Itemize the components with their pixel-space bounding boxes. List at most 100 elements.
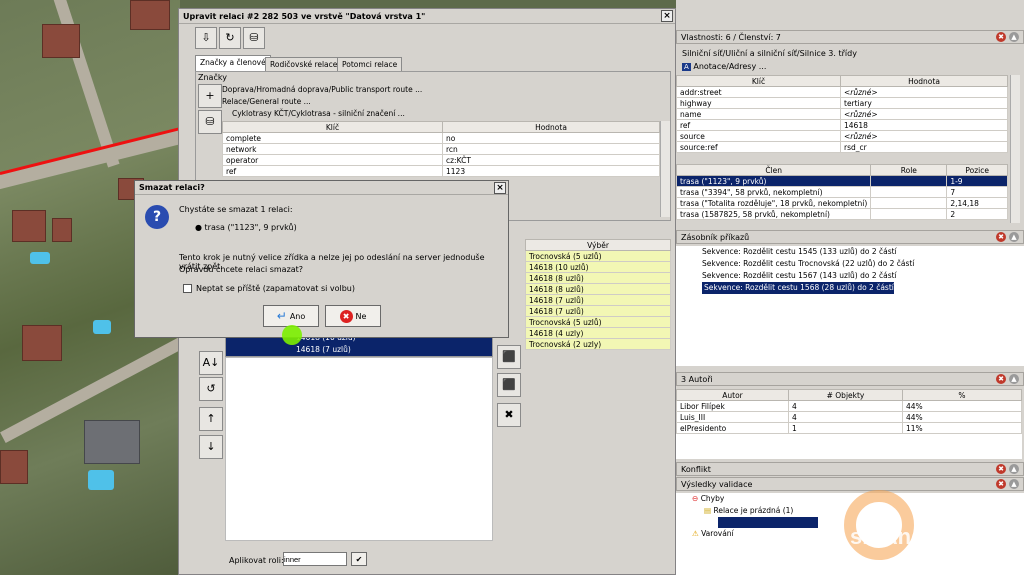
- checkbox-box[interactable]: [183, 284, 192, 293]
- close-panel-icon[interactable]: ✖: [996, 464, 1006, 474]
- table-row[interactable]: source <různé>: [676, 130, 1008, 142]
- add-selected-icon[interactable]: ⬛: [497, 345, 521, 369]
- column-header-member[interactable]: Člen: [675, 164, 872, 176]
- tab-tags-members[interactable]: Značky a členové: [195, 55, 271, 71]
- table-row[interactable]: network rcn: [222, 143, 660, 155]
- no-button[interactable]: ✖ Ne: [325, 305, 381, 327]
- conflict-panel-header[interactable]: Konflikt ✖ ▲: [676, 462, 1024, 476]
- list-item[interactable]: Sekvence: Rozdělit cestu 1567 (143 uzlů)…: [676, 270, 1024, 282]
- column-header-objects[interactable]: # Objekty: [788, 389, 903, 401]
- apply-role-button[interactable]: ✔: [351, 552, 367, 566]
- move-down-button[interactable]: ↓: [199, 435, 223, 459]
- dialog-titlebar[interactable]: Smazat relaci? ×: [135, 181, 508, 195]
- column-header-value[interactable]: Hodnota: [840, 75, 1008, 87]
- tab-child-relations[interactable]: Potomci relace: [337, 57, 403, 71]
- table-row[interactable]: highway tertiary: [676, 97, 1008, 109]
- properties-preset-2[interactable]: A Anotace/Adresy ...: [682, 62, 766, 71]
- table-row[interactable]: ref 14618: [676, 119, 1008, 131]
- close-panel-icon[interactable]: ✖: [996, 232, 1006, 242]
- add-tag-button[interactable]: +: [198, 84, 222, 108]
- database-icon[interactable]: ⛁: [243, 27, 265, 49]
- authors-panel-header[interactable]: 3 Autoři ✖ ▲: [676, 372, 1024, 386]
- reverse-icon[interactable]: ↺: [199, 377, 223, 401]
- selection-row[interactable]: 14618 (10 uzlů): [525, 261, 671, 273]
- properties-table: Klíč Hodnota addr:street <různé> highway te…: [676, 75, 1008, 153]
- column-header-author[interactable]: Autor: [676, 389, 789, 401]
- member-row[interactable]: 14618 (7 uzlů): [226, 344, 492, 356]
- error-icon: ⊖: [692, 494, 699, 503]
- arrow-left-icon: ↵: [276, 309, 287, 323]
- collapse-panel-icon[interactable]: ▲: [1009, 32, 1019, 42]
- sort-button[interactable]: A↓: [199, 351, 223, 375]
- relation-editor-title: Upravit relaci #2 282 503 ve vrstvě "Dat…: [183, 11, 426, 21]
- selection-row[interactable]: 14618 (7 uzlů): [525, 294, 671, 306]
- selection-row[interactable]: Trocnovská (5 uzlů): [525, 316, 671, 328]
- table-row[interactable]: complete no: [222, 132, 660, 144]
- role-input[interactable]: [283, 552, 347, 566]
- tab-parent-relations[interactable]: Rodičovské relace: [265, 57, 343, 71]
- tags-scrollbar[interactable]: [660, 121, 670, 217]
- close-panel-icon[interactable]: ✖: [996, 479, 1006, 489]
- preset-link[interactable]: Doprava/Hromadná doprava/Public transpor…: [222, 84, 662, 96]
- close-panel-icon[interactable]: ✖: [996, 374, 1006, 384]
- dont-ask-checkbox[interactable]: Neptat se příště (zapamatovat si volbu): [183, 284, 355, 293]
- properties-scrollbar[interactable]: [1010, 75, 1020, 223]
- table-row[interactable]: Luis_III 4 44%: [676, 411, 1022, 423]
- table-row[interactable]: operator cz:KČT: [222, 154, 660, 166]
- collapse-panel-icon[interactable]: ▲: [1009, 232, 1019, 242]
- refresh-button[interactable]: ↻: [219, 27, 241, 49]
- collapse-panel-icon[interactable]: ▲: [1009, 374, 1019, 384]
- column-header-position[interactable]: Pozice: [946, 164, 1008, 176]
- dialog-title: Smazat relaci?: [139, 183, 205, 192]
- selected-validation-item[interactable]: [718, 517, 818, 528]
- preset-link[interactable]: Cyklotrasy KČT/Cyklotrasa - silniční zna…: [222, 108, 662, 120]
- column-header-role[interactable]: Role: [870, 164, 948, 176]
- table-row[interactable]: trasa ("1123", 9 prvků) 1-9: [675, 175, 1008, 187]
- list-item[interactable]: Sekvence: Rozdělit cestu Trocnovská (22 …: [676, 258, 1024, 270]
- properties-preset-1[interactable]: Silniční síť/Uliční a silniční síť/Silni…: [682, 49, 857, 58]
- relation-editor-titlebar[interactable]: Upravit relaci #2 282 503 ve vrstvě "Dat…: [179, 9, 675, 24]
- column-header-key[interactable]: Klíč: [676, 75, 841, 87]
- table-row[interactable]: name <různé>: [676, 108, 1008, 120]
- table-row[interactable]: source:ref rsd_cr: [676, 141, 1008, 153]
- cursor-highlight: [282, 325, 302, 345]
- table-row[interactable]: trasa (1587825, 58 prvků, nekompletní) 2: [675, 208, 1008, 220]
- table-row[interactable]: Libor Filípek 4 44%: [676, 400, 1022, 412]
- column-header-percent[interactable]: %: [902, 389, 1022, 401]
- table-row[interactable]: trasa ("3394", 58 prvků, nekompletní) 7: [675, 186, 1008, 198]
- collapse-panel-icon[interactable]: ▲: [1009, 479, 1019, 489]
- selection-row[interactable]: 14618 (4 uzly): [525, 327, 671, 339]
- column-header-value[interactable]: Hodnota: [442, 121, 660, 133]
- selection-row[interactable]: Trocnovská (2 uzly): [525, 338, 671, 350]
- table-row[interactable]: elPresidento 1 11%: [676, 422, 1022, 434]
- apply-button[interactable]: ⇩: [195, 27, 217, 49]
- list-item[interactable]: Sekvence: Rozdělit cestu 1545 (133 uzlů)…: [676, 246, 1024, 258]
- checkbox-label: Neptat se příště (zapamatovat si volbu): [196, 284, 355, 293]
- selection-table: Výběr Trocnovská (5 uzlů) 14618 (10 uzlů…: [525, 239, 671, 350]
- selection-row[interactable]: 14618 (8 uzlů): [525, 272, 671, 284]
- table-row[interactable]: trasa ("Totalita rozděluje", 18 prvků, n…: [675, 197, 1008, 209]
- close-icon[interactable]: ×: [661, 10, 673, 22]
- yes-button[interactable]: ↵ Ano: [263, 305, 319, 327]
- list-item[interactable]: Sekvence: Rozdělit cestu 1568 (28 uzlů) …: [702, 282, 894, 294]
- dialog-question: Chystáte se smazat 1 relaci:: [179, 205, 293, 214]
- add-after-icon[interactable]: ⬛: [497, 373, 521, 397]
- remove-selected-icon[interactable]: ✖: [497, 403, 521, 427]
- column-header-selection[interactable]: Výběr: [525, 239, 671, 251]
- table-row[interactable]: ref 1123: [222, 165, 660, 177]
- selection-row[interactable]: 14618 (7 uzlů): [525, 305, 671, 317]
- validation-panel-header[interactable]: Výsledky validace ✖ ▲: [676, 477, 1024, 491]
- collapse-panel-icon[interactable]: ▲: [1009, 464, 1019, 474]
- column-header-key[interactable]: Klíč: [222, 121, 443, 133]
- close-panel-icon[interactable]: ✖: [996, 32, 1006, 42]
- selection-row[interactable]: Trocnovská (5 uzlů): [525, 250, 671, 262]
- properties-panel-header[interactable]: Vlastnosti: 6 / Členství: 7 ✖ ▲: [676, 30, 1024, 44]
- delete-tag-button[interactable]: ⛁: [198, 110, 222, 134]
- preset-link[interactable]: Relace/General route ...: [222, 96, 662, 108]
- command-stack-header[interactable]: Zásobník příkazů ✖ ▲: [676, 230, 1024, 244]
- close-icon[interactable]: ×: [494, 182, 506, 194]
- selection-row[interactable]: 14618 (8 uzlů): [525, 283, 671, 295]
- validation-title: Výsledky validace: [681, 479, 753, 489]
- move-up-button[interactable]: ↑: [199, 407, 223, 431]
- table-row[interactable]: addr:street <různé>: [676, 86, 1008, 98]
